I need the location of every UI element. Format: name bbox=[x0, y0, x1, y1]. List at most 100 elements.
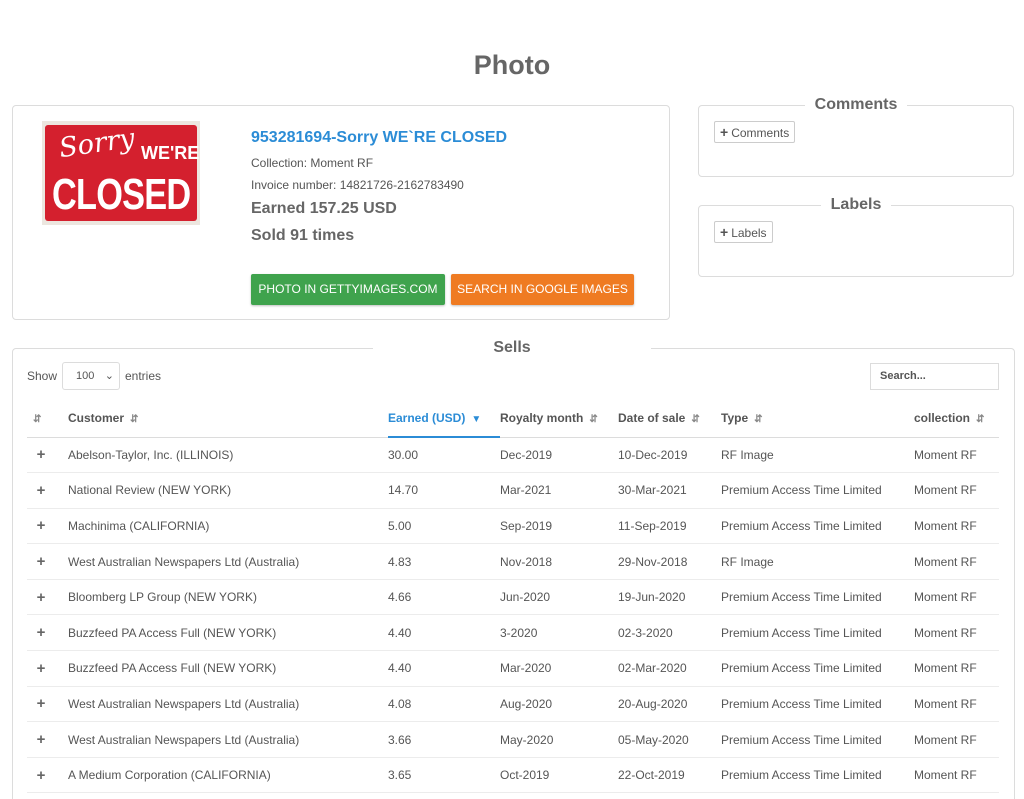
table-row: + West Australian Newspapers Ltd (Austral… bbox=[27, 543, 999, 580]
table-row: + National Review (NEW YORK) 14.70 Mar-2021… bbox=[27, 472, 999, 509]
cell-royalty-month: May-2020 bbox=[500, 721, 618, 758]
plus-icon: + bbox=[36, 446, 46, 464]
expand-row-button[interactable]: + bbox=[27, 543, 55, 580]
cell-collection: Moment RF bbox=[914, 543, 999, 580]
cell-collection: Moment RF bbox=[914, 508, 999, 545]
table-row: + Bloomberg LP Group (NEW YORK) 4.66 Jun-20… bbox=[27, 579, 999, 616]
column-header-collection[interactable]: collection ⇵ bbox=[914, 399, 999, 438]
cell-date-of-sale: 05-May-2020 bbox=[618, 721, 721, 758]
search-input[interactable]: Search... bbox=[870, 363, 999, 390]
cell-royalty-month: 3-2020 bbox=[500, 614, 618, 652]
sells-table: ⇵ Customer ⇵ Earned (USD) ▼ Royalty month ⇵… bbox=[27, 399, 999, 794]
table-header-row: ⇵ Customer ⇵ Earned (USD) ▼ Royalty month ⇵… bbox=[27, 399, 999, 438]
cell-date-of-sale: 30-Mar-2021 bbox=[618, 472, 721, 509]
plus-icon: + bbox=[36, 624, 46, 642]
expand-row-button[interactable]: + bbox=[27, 650, 55, 687]
expand-row-button[interactable]: + bbox=[27, 757, 55, 794]
cell-customer: West Australian Newspapers Ltd (Australi… bbox=[55, 686, 388, 723]
cell-earned: 14.70 bbox=[388, 472, 500, 509]
table-row: + Buzzfeed PA Access Full (NEW YORK) 4.40 M… bbox=[27, 650, 999, 687]
plus-icon: + bbox=[36, 766, 46, 784]
entries-label: entries bbox=[125, 369, 162, 383]
photo-sold-count: Sold 91 times bbox=[251, 227, 355, 244]
cell-earned: 3.66 bbox=[388, 721, 500, 758]
cell-customer: Buzzfeed PA Access Full (NEW YORK) bbox=[55, 614, 388, 652]
cell-customer: West Australian Newspapers Ltd (Australi… bbox=[55, 543, 388, 580]
plus-icon: + bbox=[36, 731, 46, 749]
cell-royalty-month: Mar-2020 bbox=[500, 650, 618, 687]
cell-collection: Moment RF bbox=[914, 472, 999, 509]
photo-card: Sorry WE'RE CLOSED 953281694-Sorry WE`RE… bbox=[12, 105, 670, 320]
column-header-royalty-month[interactable]: Royalty month ⇵ bbox=[500, 399, 618, 438]
expand-row-button[interactable]: + bbox=[27, 686, 55, 723]
cell-earned: 4.83 bbox=[388, 543, 500, 580]
cell-customer: Bloomberg LP Group (NEW YORK) bbox=[55, 579, 388, 616]
cell-royalty-month: Sep-2019 bbox=[500, 508, 618, 545]
table-row: + Buzzfeed PA Access Full (NEW YORK) 4.40 3… bbox=[27, 614, 999, 652]
column-header-type[interactable]: Type ⇵ bbox=[721, 399, 914, 438]
table-row: + West Australian Newspapers Ltd (Austral… bbox=[27, 721, 999, 758]
sells-title: Sells bbox=[0, 339, 1024, 357]
show-label: Show bbox=[27, 369, 58, 383]
expand-row-button[interactable]: + bbox=[27, 508, 55, 545]
gettyimages-button[interactable]: PHOTO IN GETTYIMAGES.COM bbox=[251, 274, 445, 305]
plus-icon: + bbox=[720, 124, 729, 140]
comments-panel: + Comments bbox=[698, 105, 1014, 177]
cell-type: Premium Access Time Limited bbox=[721, 757, 914, 794]
expand-row-button[interactable]: + bbox=[27, 579, 55, 616]
plus-icon: + bbox=[36, 588, 46, 606]
cell-date-of-sale: 10-Dec-2019 bbox=[618, 437, 721, 474]
entries-select[interactable]: 100 ⌄ bbox=[62, 362, 120, 390]
photo-thumbnail[interactable]: Sorry WE'RE CLOSED bbox=[42, 121, 200, 225]
cell-type: RF Image bbox=[721, 437, 914, 474]
cell-collection: Moment RF bbox=[914, 437, 999, 474]
cell-date-of-sale: 22-Oct-2019 bbox=[618, 757, 721, 794]
cell-collection: Moment RF bbox=[914, 757, 999, 794]
photo-earned: Earned 157.25 USD bbox=[251, 200, 397, 217]
cell-date-of-sale: 20-Aug-2020 bbox=[618, 686, 721, 723]
sells-title-text: Sells bbox=[373, 339, 651, 356]
cell-date-of-sale: 02-3-2020 bbox=[618, 614, 721, 652]
add-label-label: Labels bbox=[731, 226, 767, 240]
add-label-button[interactable]: + Labels bbox=[714, 221, 773, 243]
expand-column-header[interactable]: ⇵ bbox=[27, 399, 55, 438]
table-row: + A Medium Corporation (CALIFORNIA) 3.65 Oc… bbox=[27, 757, 999, 794]
cell-date-of-sale: 11-Sep-2019 bbox=[618, 508, 721, 545]
expand-row-button[interactable]: + bbox=[27, 472, 55, 509]
sort-icon: ⇵ bbox=[754, 413, 763, 425]
table-row: + Machinima (CALIFORNIA) 5.00 Sep-2019 11-Se… bbox=[27, 508, 999, 545]
sort-icon: ⇵ bbox=[691, 413, 700, 425]
cell-type: Premium Access Time Limited bbox=[721, 472, 914, 509]
cell-type: Premium Access Time Limited bbox=[721, 508, 914, 545]
sort-icon: ⇵ bbox=[589, 413, 598, 425]
expand-row-button[interactable]: + bbox=[27, 721, 55, 758]
closed-sign-image: Sorry WE'RE CLOSED bbox=[45, 123, 200, 221]
cell-collection: Moment RF bbox=[914, 579, 999, 616]
cell-customer: Buzzfeed PA Access Full (NEW YORK) bbox=[55, 650, 388, 687]
cell-earned: 4.40 bbox=[388, 650, 500, 687]
cell-type: Premium Access Time Limited bbox=[721, 579, 914, 616]
cell-earned: 4.40 bbox=[388, 614, 500, 652]
column-header-customer[interactable]: Customer ⇵ bbox=[55, 399, 388, 438]
plus-icon: + bbox=[36, 481, 46, 499]
column-header-earned[interactable]: Earned (USD) ▼ bbox=[388, 399, 500, 438]
expand-row-button[interactable]: + bbox=[27, 614, 55, 652]
sort-icon: ⇵ bbox=[130, 413, 139, 425]
plus-icon: + bbox=[720, 224, 729, 240]
comments-title-text: Comments bbox=[804, 96, 908, 113]
plus-icon: + bbox=[36, 695, 46, 713]
expand-row-button[interactable]: + bbox=[27, 437, 55, 474]
cell-customer: Machinima (CALIFORNIA) bbox=[55, 508, 388, 545]
table-row: + West Australian Newspapers Ltd (Austral… bbox=[27, 686, 999, 723]
sign-text-were: WE'RE bbox=[141, 143, 200, 163]
cell-type: Premium Access Time Limited bbox=[721, 614, 914, 652]
add-comment-button[interactable]: + Comments bbox=[714, 121, 796, 143]
column-header-date-of-sale[interactable]: Date of sale ⇵ bbox=[618, 399, 721, 438]
cell-date-of-sale: 02-Mar-2020 bbox=[618, 650, 721, 687]
cell-customer: National Review (NEW YORK) bbox=[55, 472, 388, 509]
photo-title-link[interactable]: 953281694-Sorry WE`RE CLOSED bbox=[251, 129, 507, 147]
google-images-button[interactable]: SEARCH IN GOOGLE IMAGES bbox=[451, 274, 634, 305]
cell-earned: 4.08 bbox=[388, 686, 500, 723]
photo-collection: Collection: Moment RF bbox=[251, 156, 374, 170]
plus-icon: + bbox=[36, 659, 46, 677]
